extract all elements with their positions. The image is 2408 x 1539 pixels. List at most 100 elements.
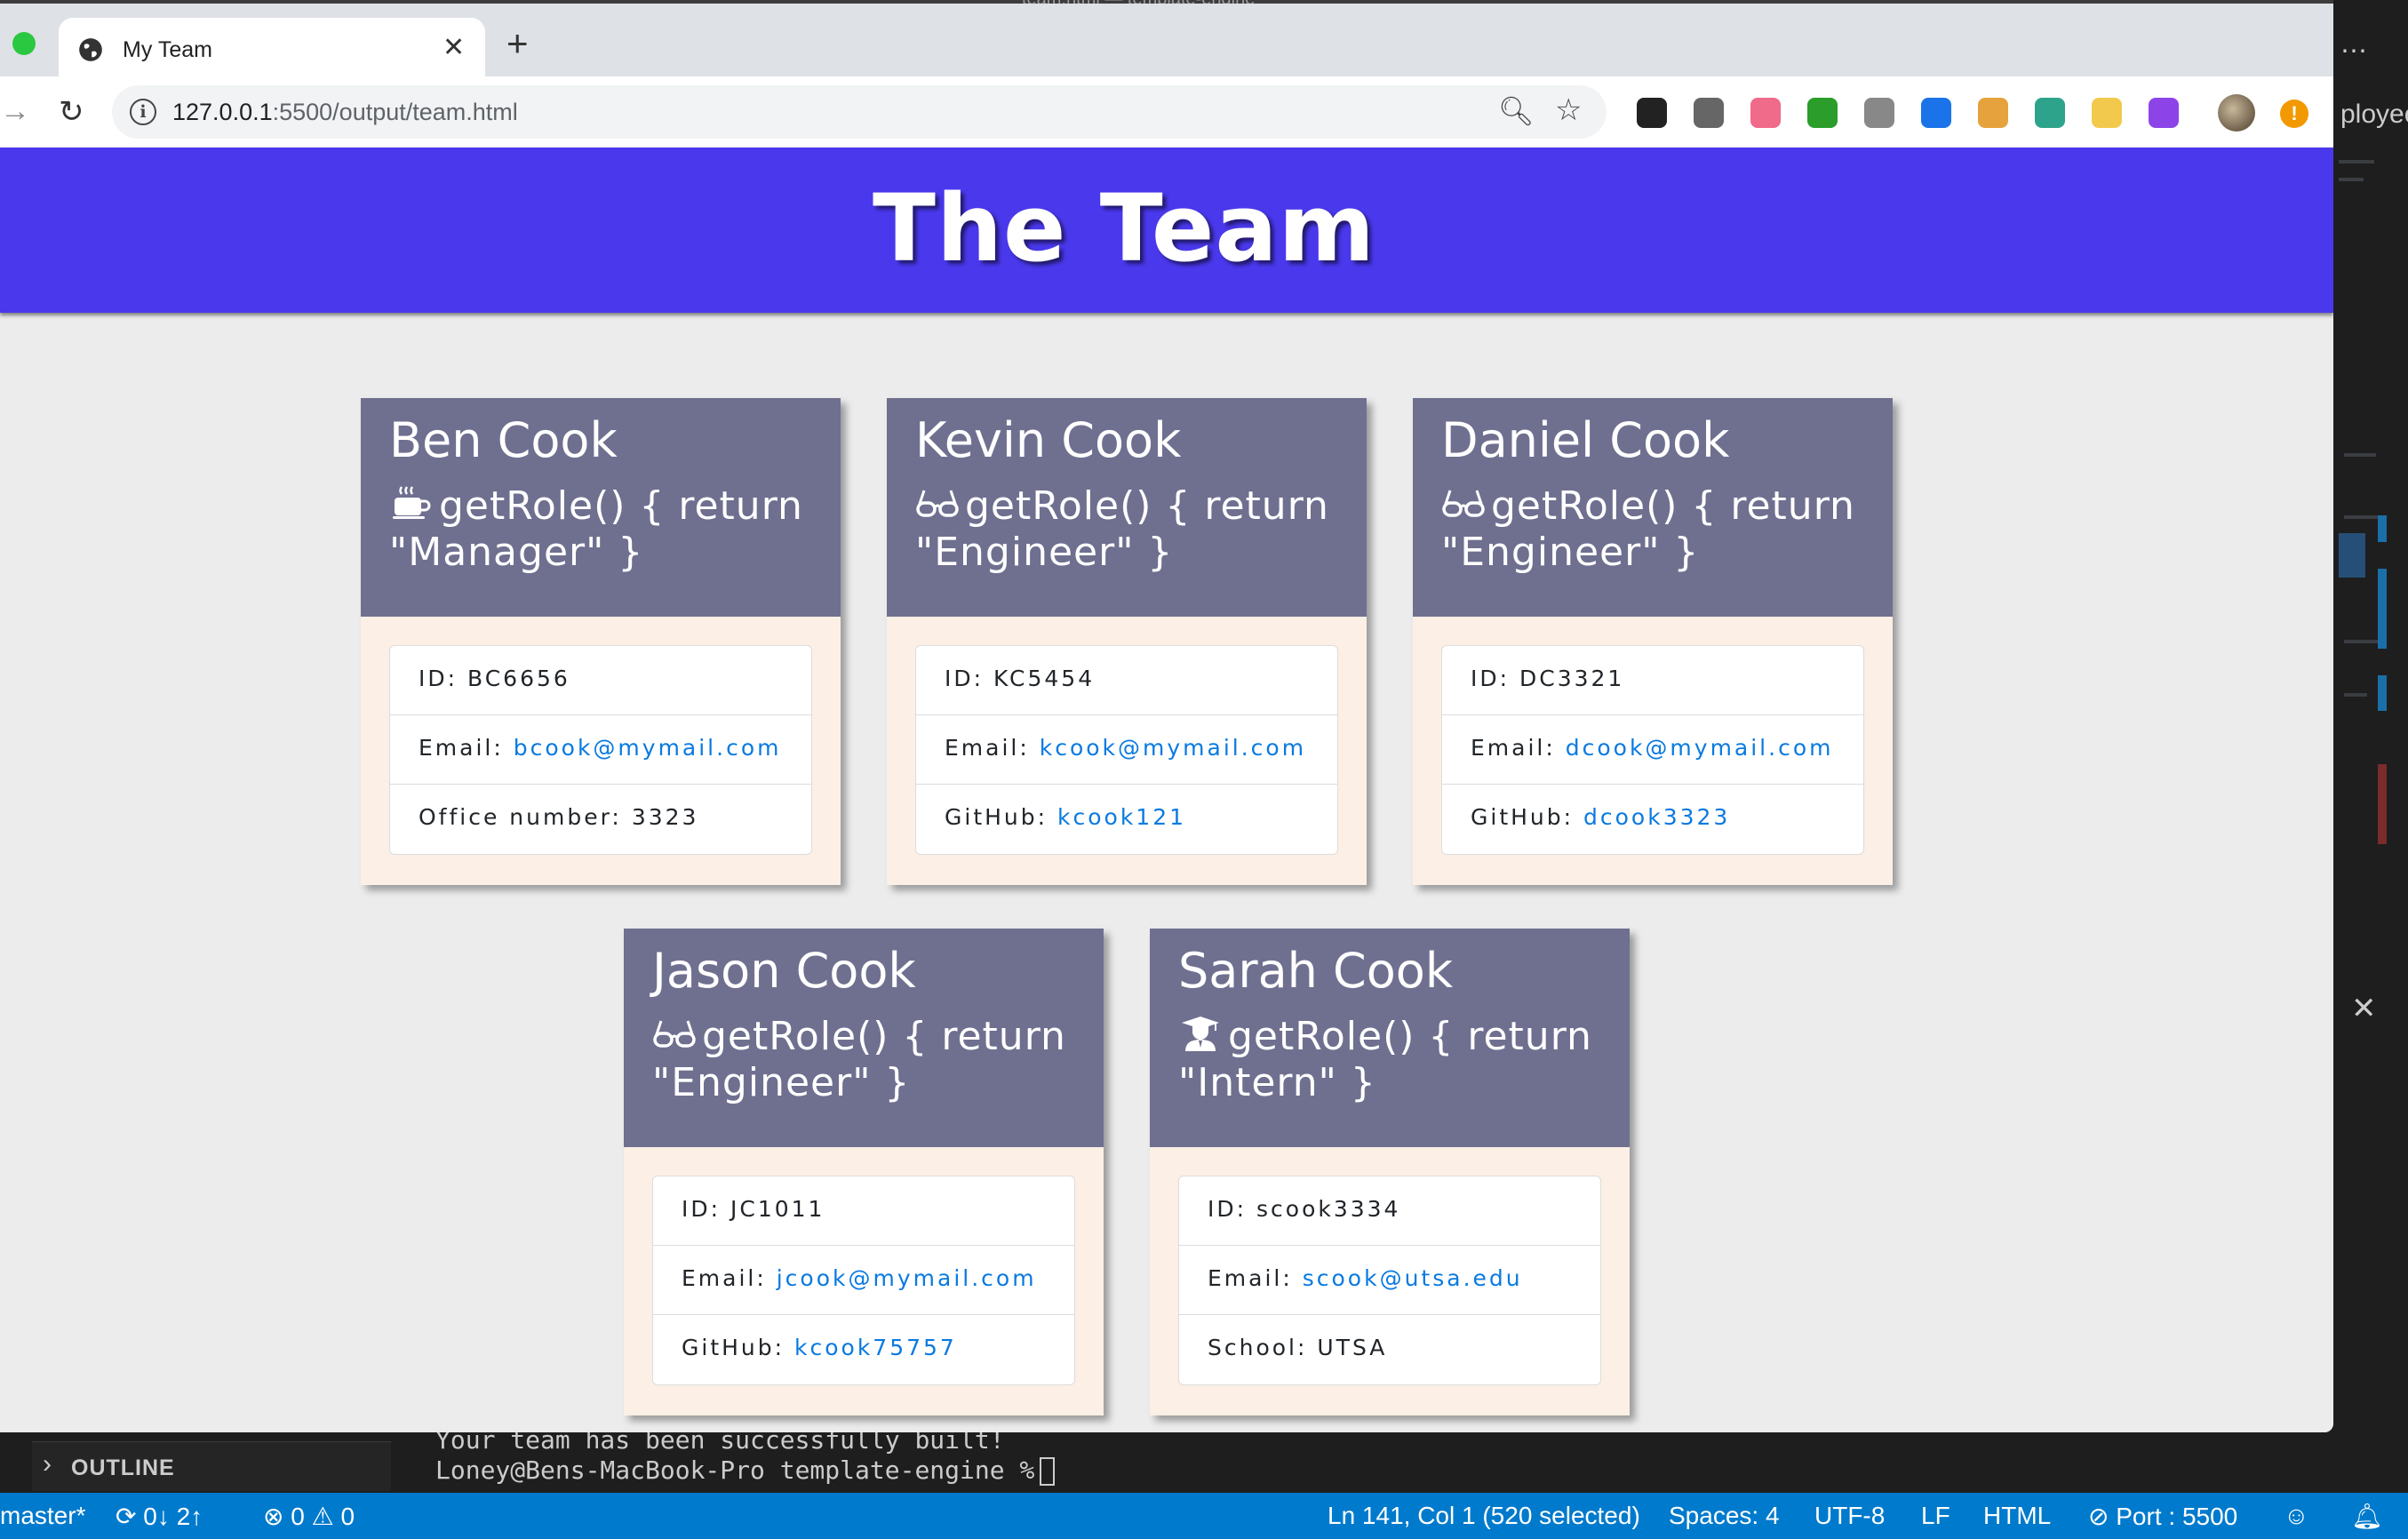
page-content: The Team Ben Cook getRole() { return "Man…	[0, 148, 2333, 1432]
github-link[interactable]: dcook3323	[1583, 804, 1730, 830]
employee-name: Sarah Cook	[1178, 943, 1454, 999]
employee-name: Ben Cook	[389, 412, 618, 468]
close-tab-icon[interactable]: ✕	[443, 32, 465, 63]
minimap[interactable]	[2335, 142, 2388, 853]
employee-extra: Office number: 3323	[419, 804, 699, 830]
employee-card: Daniel Cook getRole() { return "Engineer"…	[1413, 398, 1893, 885]
employee-id: ID: BC6656	[390, 646, 811, 715]
employee-info-list: ID: DC3321 Email: dcook@mymail.com GitHub:…	[1441, 645, 1864, 855]
employee-id: ID: DC3321	[1442, 646, 1863, 715]
employee-name: Kevin Cook	[915, 412, 1182, 468]
reload-icon[interactable]: ↻	[59, 94, 84, 130]
terminal-cursor	[1040, 1457, 1056, 1486]
problems-status[interactable]: ⊗ 0 ⚠ 0	[263, 1502, 355, 1531]
bookmark-star-icon[interactable]: ☆	[1555, 92, 1582, 128]
scroll-marker	[2378, 675, 2387, 711]
extension-icon[interactable]	[1637, 98, 1667, 128]
card-header: Daniel Cook getRole() { return "Engineer"…	[1413, 398, 1893, 617]
tab-title: My Team	[123, 37, 212, 62]
warning-icon: ⚠	[304, 1503, 341, 1530]
terminal-prompt: Loney@Bens-MacBook-Pro template-engine %	[435, 1455, 1056, 1486]
employee-extra: School: UTSA	[1208, 1335, 1388, 1360]
profile-avatar[interactable]	[2218, 94, 2255, 132]
sync-status[interactable]: ⟳ 0↓ 2↑	[116, 1502, 203, 1531]
feedback-icon[interactable]: ☺	[2284, 1502, 2309, 1530]
employee-extra: GitHub: kcook75757	[682, 1335, 957, 1360]
extension-icon[interactable]	[1864, 98, 1894, 128]
scroll-marker	[2378, 764, 2387, 844]
employee-role: getRole() { return "Engineer" }	[915, 483, 1329, 575]
extension-icon[interactable]	[2149, 98, 2179, 128]
glasses-icon	[915, 483, 965, 529]
address-bar[interactable]: i 127.0.0.1:5500/output/team.html 🔍︎ ☆	[112, 85, 1607, 139]
email-link[interactable]: bcook@mymail.com	[514, 735, 782, 761]
email-link[interactable]: dcook@mymail.com	[1566, 735, 1834, 761]
globe-icon	[79, 38, 102, 61]
employee-email: Email: scook@utsa.edu	[1179, 1246, 1600, 1315]
live-server-port[interactable]: ⊘ Port : 5500	[2088, 1502, 2237, 1531]
employee-info-list: ID: KC5454 Email: kcook@mymail.com GitHub:…	[915, 645, 1338, 855]
coffee-icon	[389, 483, 439, 529]
employee-card: Sarah Cook getRole() { return "Intern" } I…	[1150, 929, 1630, 1415]
card-header: Sarah Cook getRole() { return "Intern" }	[1150, 929, 1630, 1147]
chevron-right-icon: ›	[43, 1449, 52, 1479]
employee-email: Email: dcook@mymail.com	[1442, 715, 1863, 785]
employee-card: Jason Cook getRole() { return "Engineer" …	[624, 929, 1104, 1415]
extra-value: 3323	[631, 804, 699, 830]
line-ending[interactable]: LF	[1921, 1502, 1950, 1530]
page-header: The Team	[0, 148, 2333, 313]
employee-card: Kevin Cook getRole() { return "Engineer" …	[887, 398, 1367, 885]
extension-icon[interactable]	[2035, 98, 2065, 128]
extension-icon[interactable]	[1750, 98, 1781, 128]
language-mode[interactable]: HTML	[1983, 1502, 2051, 1530]
employee-info-list: ID: BC6656 Email: bcook@mymail.com Office …	[389, 645, 812, 855]
extension-icon[interactable]	[1694, 98, 1724, 128]
email-link[interactable]: kcook@mymail.com	[1040, 735, 1306, 761]
extension-icon[interactable]	[1921, 98, 1951, 128]
outline-section[interactable]: › OUTLINE	[32, 1441, 391, 1491]
page-title: The Team	[873, 174, 1375, 283]
new-tab-icon[interactable]: +	[506, 25, 529, 62]
employee-id: ID: JC1011	[653, 1176, 1074, 1246]
email-link[interactable]: jcook@mymail.com	[777, 1265, 1037, 1291]
editor-tab-fragment: ployee	[2340, 100, 2408, 129]
status-bar: master* ⟳ 0↓ 2↑ ⊗ 0 ⚠ 0 Ln 141, Col 1 (5…	[0, 1493, 2408, 1539]
close-panel-icon[interactable]: ✕	[2351, 991, 2377, 1026]
cursor-position[interactable]: Ln 141, Col 1 (520 selected)	[1328, 1502, 1640, 1530]
no-entry-icon: ⊘	[2088, 1503, 2117, 1530]
employee-email: Email: kcook@mymail.com	[916, 715, 1337, 785]
employee-extra: GitHub: kcook121	[945, 804, 1187, 830]
terminal[interactable]: Your team has been successfully built! L…	[391, 1425, 2333, 1493]
encoding[interactable]: UTF-8	[1814, 1502, 1885, 1530]
github-link[interactable]: kcook75757	[794, 1335, 957, 1360]
github-link[interactable]: kcook121	[1057, 804, 1186, 830]
browser-window: My Team ✕ + → ↻ i 127.0.0.1:5500/output/…	[0, 4, 2333, 1432]
tab-my-team[interactable]: My Team ✕	[59, 18, 485, 78]
notifications-icon[interactable]: 🔔︎	[2351, 1502, 2383, 1531]
forward-icon[interactable]: →	[0, 94, 30, 129]
site-info-icon[interactable]: i	[130, 99, 156, 125]
zoom-icon[interactable]: 🔍︎	[1498, 94, 1535, 128]
card-header: Kevin Cook getRole() { return "Engineer" …	[887, 398, 1367, 617]
window-maximize-button[interactable]	[12, 32, 36, 55]
indentation[interactable]: Spaces: 4	[1669, 1502, 1780, 1530]
extension-icon[interactable]	[1807, 98, 1838, 128]
update-alert-icon[interactable]: !	[2280, 100, 2308, 128]
email-link[interactable]: scook@utsa.edu	[1303, 1265, 1523, 1291]
employee-info-list: ID: scook3334 Email: scook@utsa.edu School…	[1178, 1176, 1601, 1385]
graduate-icon	[1178, 1014, 1228, 1059]
extension-icon[interactable]	[2092, 98, 2122, 128]
url-text[interactable]: 127.0.0.1:5500/output/team.html	[172, 99, 518, 126]
card-header: Ben Cook getRole() { return "Manager" }	[361, 398, 841, 617]
git-branch[interactable]: master*	[0, 1502, 85, 1530]
tab-strip: My Team ✕ +	[0, 4, 2333, 78]
employee-id: ID: KC5454	[916, 646, 1337, 715]
employee-role: getRole() { return "Engineer" }	[652, 1014, 1066, 1105]
glasses-icon	[652, 1014, 702, 1059]
scroll-marker	[2378, 515, 2387, 542]
sync-icon: ⟳	[116, 1503, 144, 1530]
extension-icon[interactable]	[1978, 98, 2008, 128]
more-actions-icon[interactable]: ⋯	[2340, 36, 2367, 67]
employee-extra: GitHub: dcook3323	[1471, 804, 1731, 830]
extra-value: UTSA	[1317, 1335, 1388, 1360]
